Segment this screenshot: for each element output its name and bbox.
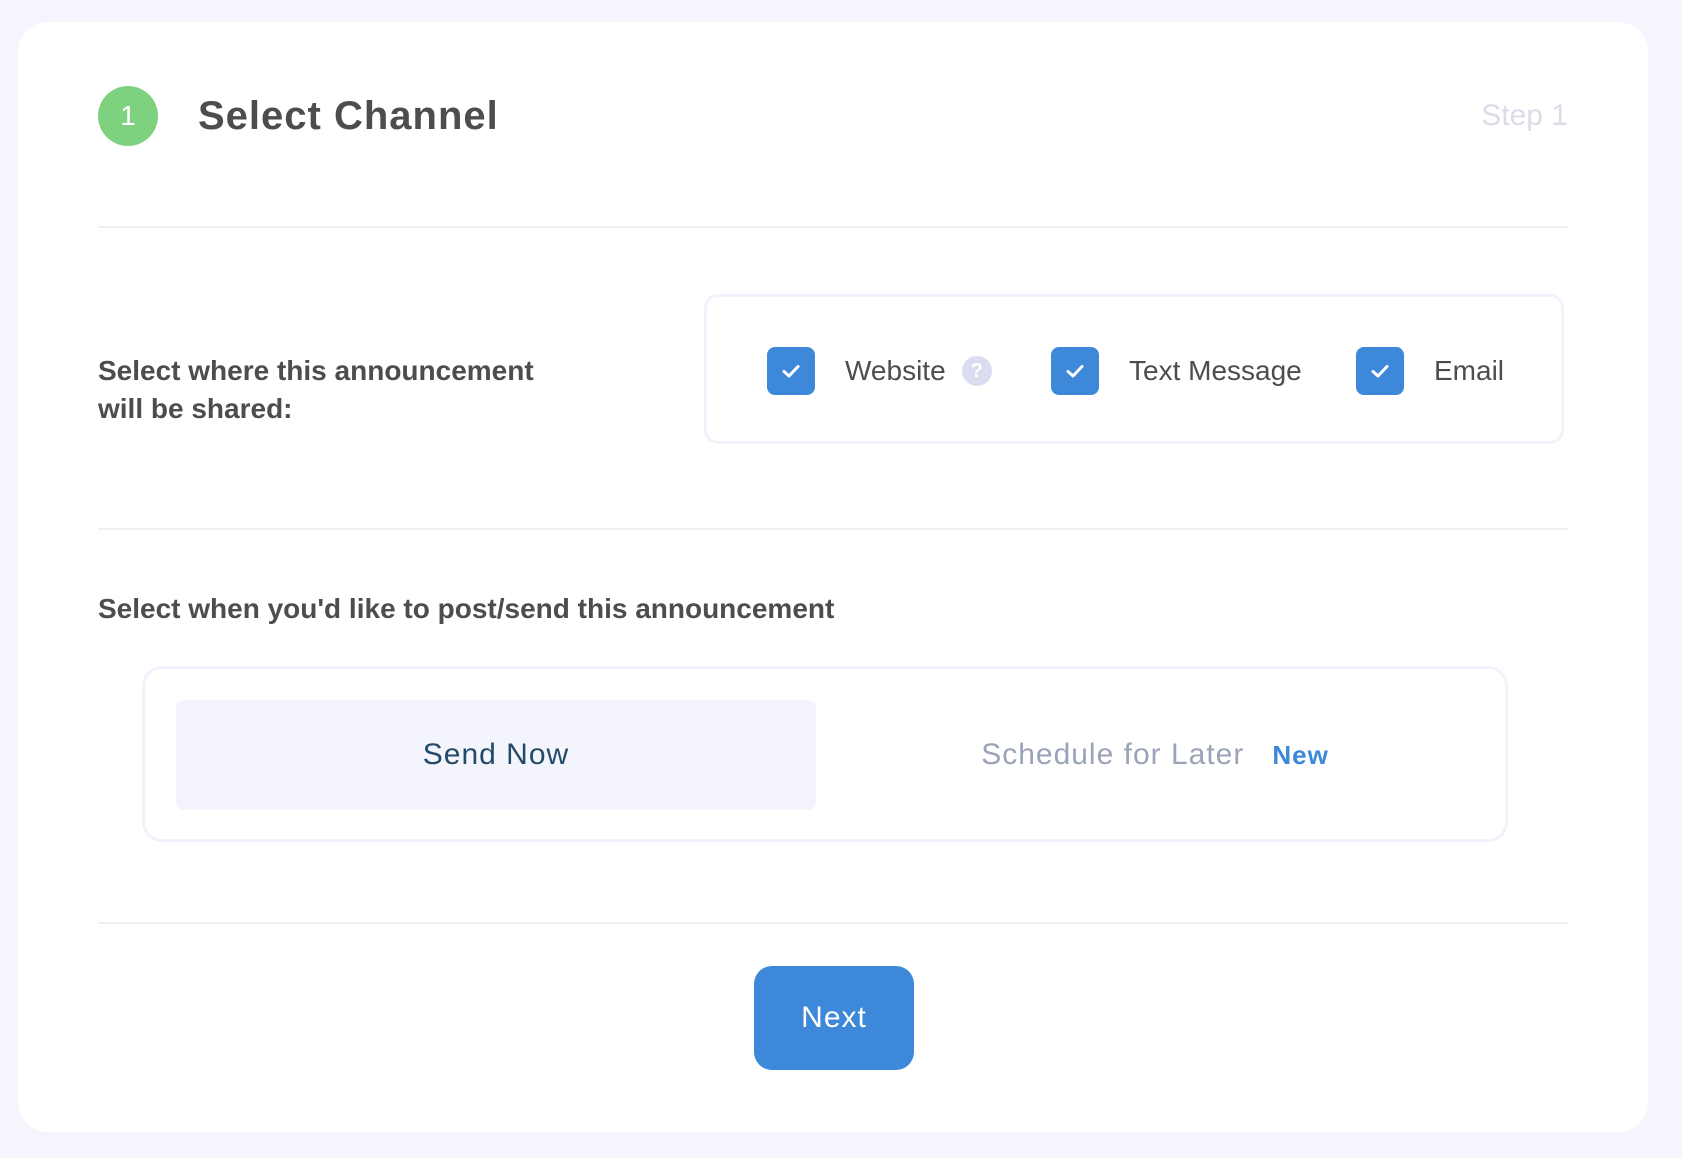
channel-section-label: Select where this announcement will be s… xyxy=(98,355,534,424)
timing-options-box: Send Now Schedule for Later New xyxy=(142,666,1508,842)
channel-options-box: Website ? Text Message Email xyxy=(704,294,1564,444)
schedule-later-label: Schedule for Later xyxy=(981,738,1245,771)
checkmark-icon xyxy=(1371,365,1389,378)
send-now-button[interactable]: Send Now xyxy=(176,700,816,810)
timing-section-label: Select when you'd like to post/send this… xyxy=(98,593,835,624)
text-message-checkbox[interactable] xyxy=(1051,347,1099,395)
website-checkbox[interactable] xyxy=(767,347,815,395)
divider xyxy=(98,922,1568,924)
channel-option-email[interactable]: Email xyxy=(1356,347,1504,395)
channel-card: 1 Select Channel Step 1 Select where thi… xyxy=(18,22,1648,1132)
new-badge: New xyxy=(1272,739,1329,770)
checkmark-icon xyxy=(782,365,800,378)
channel-option-website[interactable]: Website ? xyxy=(767,347,992,395)
schedule-later-button[interactable]: Schedule for Later New xyxy=(835,700,1475,810)
channel-option-text-message[interactable]: Text Message xyxy=(1051,347,1302,395)
email-label: Email xyxy=(1434,355,1505,386)
next-button[interactable]: Next xyxy=(754,966,914,1070)
help-icon[interactable]: ? xyxy=(961,356,992,386)
website-label: Website xyxy=(845,355,946,386)
email-checkbox[interactable] xyxy=(1356,347,1404,395)
page-title: Select Channel xyxy=(198,94,499,138)
checkmark-icon xyxy=(1066,365,1084,378)
step-label: Step 1 xyxy=(1481,99,1568,132)
step-number-badge: 1 xyxy=(98,86,158,146)
divider xyxy=(98,226,1568,228)
text-message-label: Text Message xyxy=(1129,355,1302,386)
divider xyxy=(98,528,1568,530)
